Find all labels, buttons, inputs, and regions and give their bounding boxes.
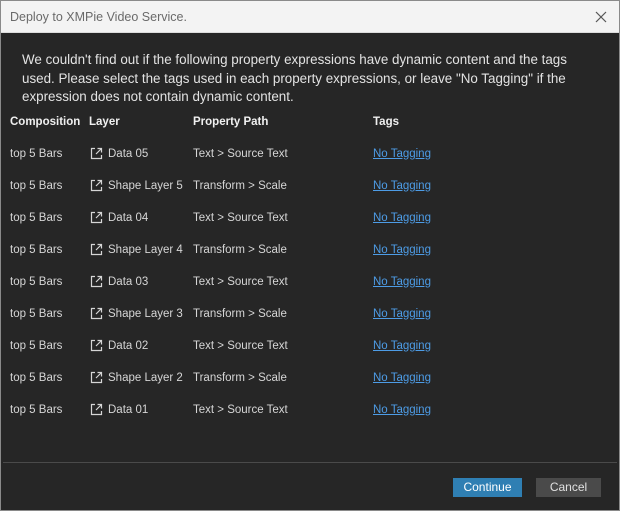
cell-composition: top 5 Bars <box>10 372 63 384</box>
cell-composition: top 5 Bars <box>10 180 63 192</box>
cell-layer[interactable]: Data 03 <box>90 275 148 288</box>
cell-layer[interactable]: Data 05 <box>90 147 148 160</box>
layer-name: Shape Layer 4 <box>108 243 183 256</box>
cell-layer[interactable]: Data 02 <box>90 339 148 352</box>
cell-layer[interactable]: Data 01 <box>90 403 148 416</box>
layer-name: Data 01 <box>108 403 149 416</box>
layer-name: Data 04 <box>108 211 149 224</box>
tags-link[interactable]: No Tagging <box>373 180 431 192</box>
external-link-icon <box>90 307 103 320</box>
external-link-icon <box>90 403 103 416</box>
cell-property-path: Transform > Scale <box>193 308 287 320</box>
cell-composition: top 5 Bars <box>10 244 63 256</box>
tags-link[interactable]: No Tagging <box>373 404 431 416</box>
cell-composition: top 5 Bars <box>10 212 63 224</box>
cell-composition: top 5 Bars <box>10 404 63 416</box>
external-link-icon <box>90 243 103 256</box>
column-header-composition: Composition <box>10 116 81 128</box>
external-link-icon <box>90 179 103 192</box>
external-link-icon <box>90 147 103 160</box>
column-header-tags: Tags <box>373 116 399 128</box>
cell-property-path: Transform > Scale <box>193 372 287 384</box>
cell-layer[interactable]: Shape Layer 3 <box>90 307 183 320</box>
continue-button[interactable]: Continue <box>453 478 522 497</box>
cell-layer[interactable]: Shape Layer 5 <box>90 179 183 192</box>
column-header-property-path: Property Path <box>193 116 269 128</box>
external-link-icon <box>90 371 103 384</box>
layer-name: Data 05 <box>108 147 149 160</box>
cell-composition: top 5 Bars <box>10 308 63 320</box>
cell-layer[interactable]: Shape Layer 4 <box>90 243 183 256</box>
layer-name: Data 02 <box>108 339 149 352</box>
layer-name: Data 03 <box>108 275 149 288</box>
layer-name: Shape Layer 3 <box>108 307 183 320</box>
close-icon <box>595 11 607 23</box>
dialog-title: Deploy to XMPie Video Service. <box>10 10 187 24</box>
tags-link[interactable]: No Tagging <box>373 212 431 224</box>
cell-composition: top 5 Bars <box>10 276 63 288</box>
layer-name: Shape Layer 5 <box>108 179 183 192</box>
cell-composition: top 5 Bars <box>10 148 63 160</box>
tags-link[interactable]: No Tagging <box>373 148 431 160</box>
column-header-layer: Layer <box>89 116 120 128</box>
footer-divider <box>3 462 617 463</box>
title-bar: Deploy to XMPie Video Service. <box>1 1 619 33</box>
cell-property-path: Transform > Scale <box>193 244 287 256</box>
cell-property-path: Text > Source Text <box>193 276 288 288</box>
cell-property-path: Text > Source Text <box>193 148 288 160</box>
layer-name: Shape Layer 2 <box>108 371 183 384</box>
tags-link[interactable]: No Tagging <box>373 308 431 320</box>
cancel-button[interactable]: Cancel <box>536 478 601 497</box>
tags-link[interactable]: No Tagging <box>373 372 431 384</box>
close-button[interactable] <box>589 5 613 29</box>
deploy-dialog: Deploy to XMPie Video Service. We couldn… <box>0 0 620 511</box>
dialog-message: We couldn't find out if the following pr… <box>22 52 567 104</box>
cell-property-path: Text > Source Text <box>193 340 288 352</box>
cell-property-path: Text > Source Text <box>193 212 288 224</box>
cell-composition: top 5 Bars <box>10 340 63 352</box>
external-link-icon <box>90 211 103 224</box>
external-link-icon <box>90 275 103 288</box>
cell-property-path: Text > Source Text <box>193 404 288 416</box>
tags-link[interactable]: No Tagging <box>373 276 431 288</box>
tags-link[interactable]: No Tagging <box>373 244 431 256</box>
cell-layer[interactable]: Data 04 <box>90 211 148 224</box>
cell-layer[interactable]: Shape Layer 2 <box>90 371 183 384</box>
cell-property-path: Transform > Scale <box>193 180 287 192</box>
tags-link[interactable]: No Tagging <box>373 340 431 352</box>
external-link-icon <box>90 339 103 352</box>
